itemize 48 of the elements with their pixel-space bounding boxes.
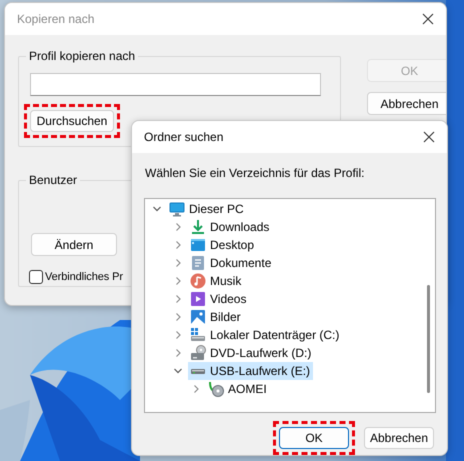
- cancel-button[interactable]: Abbrechen: [364, 427, 434, 449]
- chevron-icon[interactable]: [153, 205, 161, 213]
- chevron-icon[interactable]: [174, 223, 182, 231]
- chevron-icon[interactable]: [174, 277, 182, 285]
- music-note-icon: [190, 273, 206, 289]
- tree-item[interactable]: Downloads: [188, 218, 272, 236]
- image-icon: [190, 309, 206, 325]
- close-icon[interactable]: [422, 13, 434, 25]
- tree-item[interactable]: Videos: [188, 290, 250, 308]
- close-icon[interactable]: [423, 131, 435, 143]
- download-arrow-icon: [190, 219, 206, 235]
- desktop-icon: [190, 237, 206, 253]
- change-button[interactable]: Ändern: [31, 233, 117, 256]
- path-field[interactable]: [30, 73, 321, 96]
- tree-item[interactable]: Dieser PC: [167, 200, 247, 218]
- tree-item[interactable]: DVD-Laufwerk (D:): [188, 344, 314, 362]
- prompt-text: Wählen Sie ein Verzeichnis für das Profil:: [145, 166, 366, 180]
- chevron-icon[interactable]: [174, 367, 182, 375]
- disc-icon: [208, 381, 224, 397]
- chevron-icon[interactable]: [174, 331, 182, 339]
- window-title: Ordner suchen: [144, 130, 224, 144]
- document-icon: [190, 255, 206, 271]
- browse-button[interactable]: Durchsuchen: [30, 110, 114, 132]
- video-icon: [190, 291, 206, 307]
- chevron-icon[interactable]: [174, 313, 182, 321]
- checkbox[interactable]: [29, 270, 43, 284]
- tree-item[interactable]: USB-Laufwerk (E:): [188, 362, 314, 380]
- tree-item[interactable]: Desktop: [188, 236, 258, 254]
- tree-item[interactable]: Musik: [188, 272, 244, 290]
- chevron-icon[interactable]: [192, 385, 200, 393]
- disc-drive-icon: [190, 345, 206, 361]
- group-label: Profil kopieren nach: [28, 49, 136, 63]
- checkbox-label: Verbindliches Pr: [45, 271, 123, 283]
- cancel-button[interactable]: Abbrechen: [367, 92, 446, 115]
- computer-icon: [169, 201, 185, 217]
- chevron-icon[interactable]: [174, 259, 182, 267]
- ok-button[interactable]: OK: [279, 427, 349, 449]
- tree-item[interactable]: Bilder: [188, 308, 244, 326]
- scrollbar[interactable]: [427, 285, 430, 393]
- tree-item[interactable]: Dokumente: [188, 254, 274, 272]
- window-title: Kopieren nach: [17, 12, 94, 26]
- chevron-icon[interactable]: [174, 295, 182, 303]
- group-label: Benutzer: [28, 173, 78, 187]
- tree-item[interactable]: Lokaler Datenträger (C:): [188, 326, 342, 344]
- chevron-icon[interactable]: [174, 241, 182, 249]
- chevron-icon[interactable]: [174, 349, 182, 357]
- hard-drive-icon: [190, 327, 206, 343]
- tree-item[interactable]: AOMEI: [206, 380, 270, 398]
